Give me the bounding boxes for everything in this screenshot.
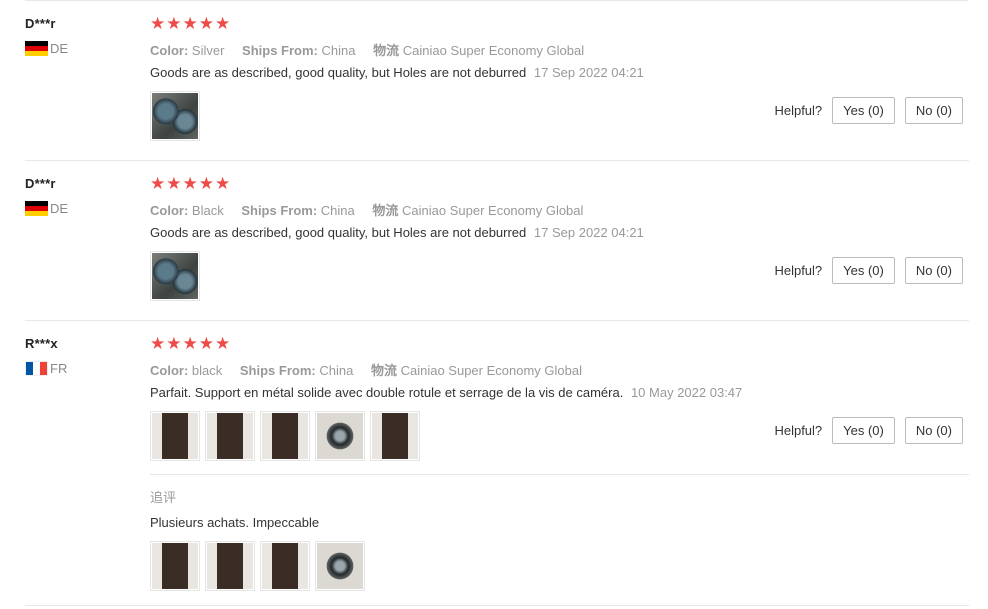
review-photos <box>150 251 200 301</box>
country-code: FR <box>50 361 68 376</box>
reviewer-name: D***r <box>25 16 56 31</box>
review-photo-thumbnail[interactable] <box>205 411 255 461</box>
helpful-no-button[interactable]: No (0) <box>904 257 963 284</box>
logistics-value: Cainiao Super Economy Global <box>400 363 582 378</box>
followup-photo-thumbnail[interactable] <box>260 541 310 591</box>
helpful-label: Helpful? <box>774 263 823 278</box>
helpful-yes-button[interactable]: Yes (0) <box>832 417 895 444</box>
review-text: Goods are as described, good quality, bu… <box>150 65 644 80</box>
reviewer-name: R***x <box>25 336 58 351</box>
followup-title: 追评 <box>150 490 177 505</box>
color-value: black <box>191 363 223 378</box>
helpful-no-button[interactable]: No (0) <box>904 417 963 444</box>
followup-photo-thumbnail[interactable] <box>315 541 365 591</box>
review-photo-thumbnail[interactable] <box>370 411 420 461</box>
color-label: Color: <box>150 43 189 58</box>
logistics-label: 物流 <box>373 43 400 58</box>
ships-from-value: China <box>320 203 355 218</box>
followup-text: Plusieurs achats. Impeccable <box>150 515 320 530</box>
reviewer-country: DE <box>25 201 68 216</box>
rating-stars: ★★★★★ <box>150 14 232 33</box>
review-date: 17 Sep 2022 04:21 <box>533 65 644 80</box>
followup-photo-thumbnail[interactable] <box>150 541 200 591</box>
ships-from-value: China <box>321 43 356 58</box>
helpful-controls: Helpful? Yes (0) No (0) <box>774 97 963 124</box>
review-body: Goods are as described, good quality, bu… <box>150 65 527 80</box>
followup-divider <box>150 474 969 475</box>
helpful-label: Helpful? <box>774 103 823 118</box>
logistics-value: Cainiao Super Economy Global <box>402 203 584 218</box>
ships-from-label: Ships From: <box>241 203 318 218</box>
helpful-yes-button[interactable]: Yes (0) <box>832 257 895 284</box>
helpful-no-button[interactable]: No (0) <box>904 97 963 124</box>
country-code: DE <box>50 201 69 216</box>
review-divider <box>25 605 969 606</box>
reviewer-name: D***r <box>25 176 56 191</box>
review-photo-thumbnail[interactable] <box>150 91 200 141</box>
review-text: Goods are as described, good quality, bu… <box>150 225 644 240</box>
review-photos <box>150 411 420 461</box>
rating-stars: ★★★★★ <box>150 334 232 353</box>
review-photo-thumbnail[interactable] <box>315 411 365 461</box>
review-text: Parfait. Support en métal solide avec do… <box>150 385 742 400</box>
ships-from-label: Ships From: <box>239 363 316 378</box>
review-divider <box>25 160 969 161</box>
logistics-value: Cainiao Super Economy Global <box>402 43 585 58</box>
review-date: 17 Sep 2022 04:21 <box>533 225 644 240</box>
helpful-controls: Helpful? Yes (0) No (0) <box>774 417 963 444</box>
color-label: Color: <box>150 203 189 218</box>
france-flag-icon <box>25 361 48 376</box>
helpful-controls: Helpful? Yes (0) No (0) <box>774 257 963 284</box>
rating-stars: ★★★★★ <box>150 174 232 193</box>
helpful-yes-button[interactable]: Yes (0) <box>832 97 895 124</box>
germany-flag-icon <box>25 41 48 56</box>
color-value: Black <box>191 203 224 218</box>
logistics-label: 物流 <box>372 203 399 218</box>
top-divider <box>25 0 968 1</box>
followup-photo-thumbnail[interactable] <box>205 541 255 591</box>
review-photo-thumbnail[interactable] <box>150 251 200 301</box>
helpful-label: Helpful? <box>774 423 823 438</box>
reviewer-country: DE <box>25 41 68 56</box>
ships-from-value: China <box>319 363 354 378</box>
ships-from-label: Ships From: <box>242 43 318 58</box>
review-date: 10 May 2022 03:47 <box>630 385 743 400</box>
reviewer-country: FR <box>25 361 67 376</box>
review-body: Parfait. Support en métal solide avec do… <box>150 385 624 400</box>
review-divider <box>25 320 969 321</box>
logistics-label: 物流 <box>370 363 397 378</box>
review-meta: Color: Black Ships From: China 物流 Cainia… <box>150 200 583 219</box>
review-meta: Color: black Ships From: China 物流 Cainia… <box>150 360 582 379</box>
review-photo-thumbnail[interactable] <box>150 411 200 461</box>
color-label: Color: <box>150 363 189 378</box>
review-photo-thumbnail[interactable] <box>260 411 310 461</box>
review-photos <box>150 91 200 141</box>
review-body: Goods are as described, good quality, bu… <box>150 225 527 240</box>
color-value: Silver <box>191 43 225 58</box>
country-code: DE <box>50 41 69 56</box>
followup-photos <box>150 541 365 591</box>
review-meta: Color: Silver Ships From: China 物流 Caini… <box>150 40 584 59</box>
germany-flag-icon <box>25 201 48 216</box>
